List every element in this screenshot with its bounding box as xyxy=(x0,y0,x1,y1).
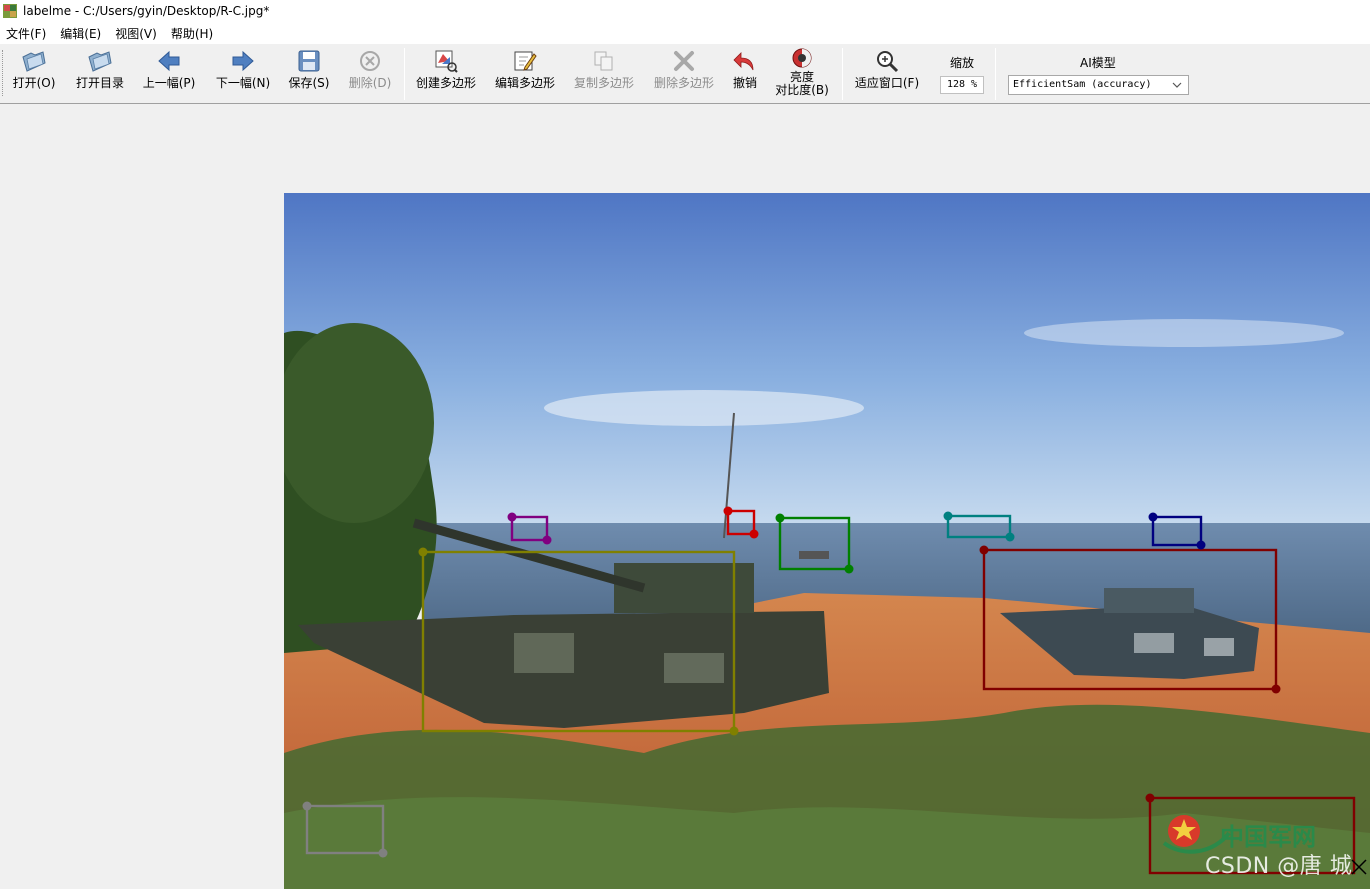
delete-polygon-button[interactable]: 删除多边形 xyxy=(652,47,716,101)
arrow-left-icon xyxy=(155,47,183,75)
undo-arrow-icon xyxy=(731,47,759,75)
chevron-down-icon xyxy=(1172,79,1182,89)
undo-label: 撤销 xyxy=(732,76,757,90)
delete-file-button[interactable]: 删除(D) xyxy=(346,47,394,101)
open-button[interactable]: 打开(O) xyxy=(10,47,58,101)
folder-open-icon xyxy=(20,47,48,75)
next-image-label: 下一幅(N) xyxy=(215,76,271,90)
fit-window-label: 适应窗口(F) xyxy=(854,76,920,90)
logo-text: 中国军网 xyxy=(1220,823,1316,851)
delete-circle-icon xyxy=(356,47,384,75)
delete-x-icon xyxy=(670,47,698,75)
toolbar-separator xyxy=(404,48,405,100)
prev-image-label: 上一幅(P) xyxy=(142,76,196,90)
contrast-label: 对比度(B) xyxy=(775,83,829,97)
toolbar-separator xyxy=(842,48,843,100)
menu-view[interactable]: 视图(V) xyxy=(109,25,165,42)
copy-icon xyxy=(590,47,618,75)
annotated-image[interactable]: 中国军网 xyxy=(284,193,1370,889)
prev-image-button[interactable]: 上一幅(P) xyxy=(140,47,198,101)
zoom-fit-icon xyxy=(873,47,901,75)
edit-pencil-icon xyxy=(511,47,539,75)
open-dir-button[interactable]: 打开目录 xyxy=(74,47,126,101)
delete-file-label: 删除(D) xyxy=(348,76,392,90)
mouse-cursor-icon xyxy=(1350,858,1368,876)
save-label: 保存(S) xyxy=(288,76,330,90)
distant-vehicle xyxy=(799,551,829,559)
next-image-button[interactable]: 下一幅(N) xyxy=(214,47,272,101)
title-bar: labelme - C:/Users/gyin/Desktop/R-C.jpg* xyxy=(0,0,1370,22)
copy-polygon-label: 复制多边形 xyxy=(573,76,634,90)
open-label: 打开(O) xyxy=(12,76,56,90)
brightness-icon xyxy=(788,47,816,71)
toolbar-separator xyxy=(995,48,996,100)
fit-window-button[interactable]: 适应窗口(F) xyxy=(852,47,922,101)
zoom-spinbox[interactable]: 128 % xyxy=(940,76,984,94)
image-canvas-svg xyxy=(284,193,1370,889)
ai-model-value: EfficientSam (accuracy) xyxy=(1013,79,1152,90)
edit-polygon-label: 编辑多边形 xyxy=(494,76,555,90)
floppy-disk-icon xyxy=(295,47,323,75)
save-button[interactable]: 保存(S) xyxy=(286,47,332,101)
menu-help[interactable]: 帮助(H) xyxy=(165,25,221,42)
open-dir-label: 打开目录 xyxy=(75,76,124,90)
folder-open-icon xyxy=(86,47,114,75)
cloud xyxy=(1024,319,1344,347)
zoom-label: 缩放 xyxy=(950,56,975,70)
create-polygon-button[interactable]: 创建多边形 xyxy=(414,47,478,101)
copy-polygon-button[interactable]: 复制多边形 xyxy=(573,47,635,101)
create-polygon-icon xyxy=(432,47,460,75)
create-polygon-label: 创建多边形 xyxy=(415,76,476,90)
ai-model-select[interactable]: EfficientSam (accuracy) xyxy=(1008,75,1189,95)
arrow-right-icon xyxy=(229,47,257,75)
menu-file[interactable]: 文件(F) xyxy=(0,25,54,42)
edit-polygon-button[interactable]: 编辑多边形 xyxy=(494,47,556,101)
delete-polygon-label: 删除多边形 xyxy=(653,76,714,90)
toolbar: 打开(O) 打开目录 上一幅(P) 下一幅(N) 保存(S) 删除(D) 创建多… xyxy=(0,44,1370,104)
menu-edit[interactable]: 编辑(E) xyxy=(54,25,109,42)
undo-button[interactable]: 撤销 xyxy=(729,47,761,101)
menu-bar: 文件(F) 编辑(E) 视图(V) 帮助(H) xyxy=(0,22,1370,44)
cloud xyxy=(544,390,864,426)
csdn-watermark: CSDN @唐 城 xyxy=(1205,854,1353,879)
sky xyxy=(284,193,1370,533)
ai-model-label: AI模型 xyxy=(1080,56,1116,70)
brightness-contrast-button[interactable]: 亮度 对比度(B) xyxy=(772,47,832,101)
toolbar-grip[interactable] xyxy=(2,50,6,96)
window-title: labelme - C:/Users/gyin/Desktop/R-C.jpg* xyxy=(23,4,270,18)
labelme-app-icon xyxy=(3,4,17,18)
